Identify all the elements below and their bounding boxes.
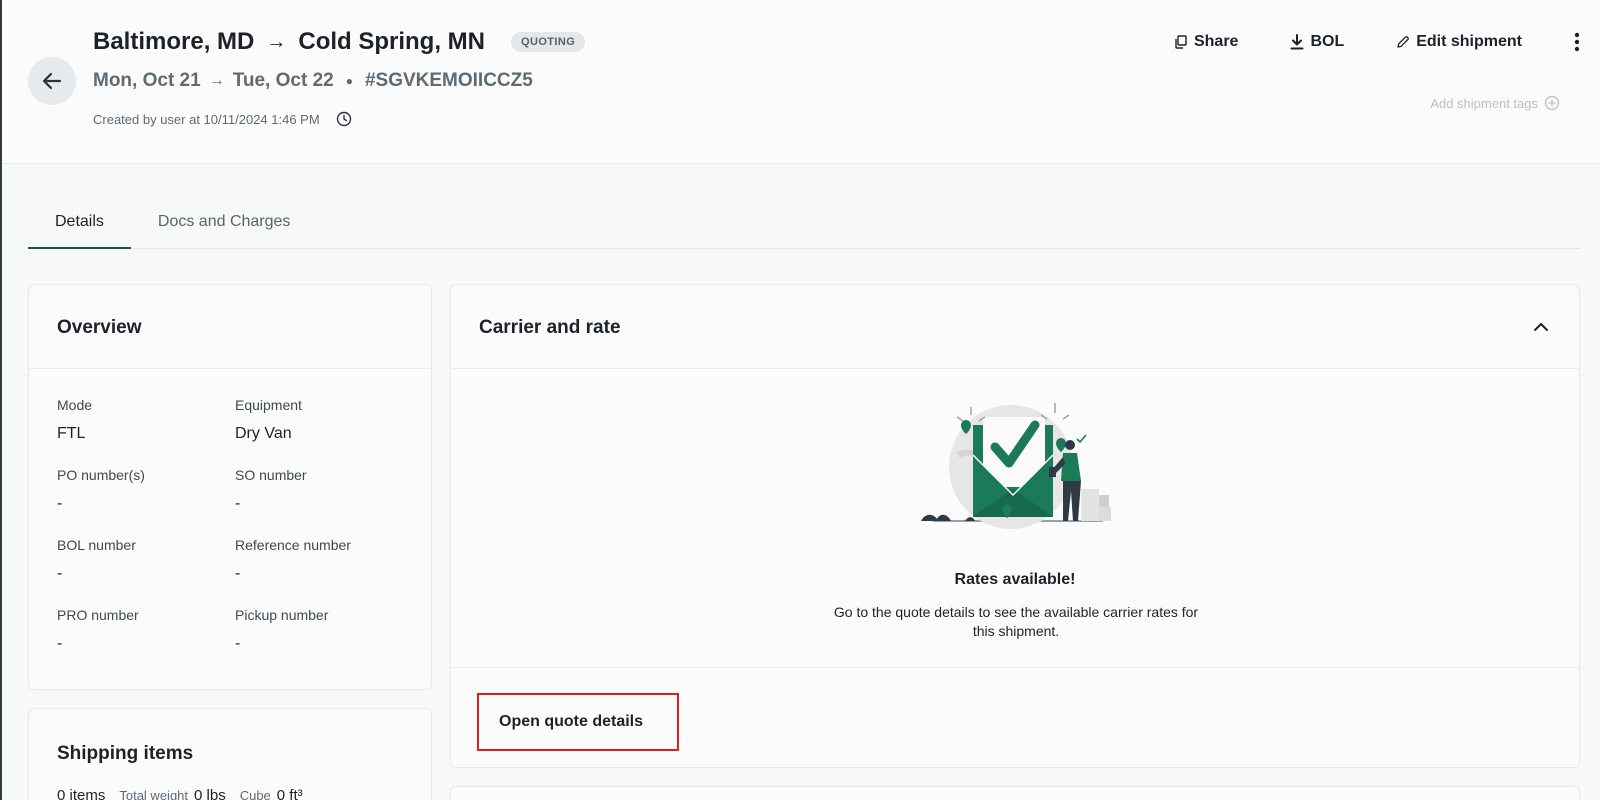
field-so-number: SO number -: [235, 467, 405, 513]
origin-city: Baltimore, MD: [93, 28, 255, 55]
overview-title: Overview: [57, 317, 142, 338]
chevron-up-icon[interactable]: [1533, 319, 1549, 337]
shipment-header: Baltimore, MD → Cold Spring, MN QUOTING …: [2, 0, 1600, 164]
bol-button[interactable]: BOL: [1290, 33, 1344, 51]
carrier-header: Carrier and rate: [451, 285, 1579, 369]
add-shipment-tags[interactable]: Add shipment tags: [1430, 95, 1560, 111]
route-arrow: →: [266, 30, 287, 53]
edit-shipment-label: Edit shipment: [1416, 33, 1522, 50]
edit-shipment-button[interactable]: Edit shipment: [1396, 33, 1522, 51]
detail-tabs: Details Docs and Charges: [28, 195, 1580, 249]
field-value: -: [235, 635, 241, 652]
status-badge: QUOTING: [511, 32, 586, 52]
overview-card: Overview Mode FTL Equipment Dry Van PO n…: [28, 284, 432, 690]
created-info: Created by user at 10/11/2024 1:46 PM: [93, 111, 352, 127]
share-button[interactable]: Share: [1174, 33, 1238, 51]
card-divider: [451, 667, 1579, 668]
more-options-icon[interactable]: [1574, 32, 1580, 52]
copy-icon: [1175, 35, 1187, 49]
add-tags-label: Add shipment tags: [1430, 95, 1538, 111]
field-value: -: [57, 635, 63, 652]
field-label: Equipment: [235, 397, 302, 413]
arrow-left-icon: [42, 72, 62, 90]
next-card: [450, 786, 1580, 800]
rates-envelope-illustration: [921, 403, 1111, 529]
field-reference-number: Reference number -: [235, 537, 405, 583]
date-arrow: →: [208, 72, 225, 89]
field-value: Dry Van: [235, 425, 292, 442]
field-label: Pickup number: [235, 607, 329, 623]
rates-available-title: Rates available!: [954, 571, 1076, 588]
field-pro-number: PRO number -: [57, 607, 227, 653]
field-value: -: [235, 565, 241, 582]
header-actions: Share BOL Edit shipment: [1174, 32, 1580, 52]
field-value: FTL: [57, 425, 86, 442]
download-icon: [1290, 34, 1304, 50]
field-equipment: Equipment Dry Van: [235, 397, 405, 443]
items-count: 0 items: [57, 787, 106, 800]
field-label: PRO number: [57, 607, 139, 623]
destination-city: Cold Spring, MN: [298, 28, 486, 55]
field-label: Mode: [57, 397, 93, 413]
separator-dot: ●: [345, 74, 353, 88]
field-pickup-number: Pickup number -: [235, 607, 405, 653]
cube-label: Cube: [239, 788, 271, 800]
field-value: -: [57, 565, 63, 582]
shipping-stats: 0 items Total weight 0 lbs Cube 0 ft³: [57, 787, 303, 800]
field-value: -: [57, 495, 63, 512]
bol-label: BOL: [1310, 33, 1345, 50]
field-label: SO number: [235, 467, 307, 483]
back-button[interactable]: [28, 57, 76, 105]
field-label: Reference number: [235, 537, 351, 553]
total-weight-value: 0 lbs: [194, 787, 226, 800]
pencil-icon: [1397, 36, 1410, 48]
field-po-number: PO number(s) -: [57, 467, 227, 513]
route-title: Baltimore, MD → Cold Spring, MN QUOTING: [93, 28, 586, 56]
add-circle-icon: [1544, 95, 1560, 111]
field-label: PO number(s): [57, 467, 145, 483]
field-value: -: [235, 495, 241, 512]
created-text: Created by user at 10/11/2024 1:46 PM: [93, 111, 320, 127]
carrier-title: Carrier and rate: [479, 317, 621, 338]
shipping-items-title: Shipping items: [57, 743, 194, 764]
share-label: Share: [1193, 33, 1239, 50]
shipment-dates: Mon, Oct 21 → Tue, Oct 22 ● #SGVKEMOIICC…: [93, 70, 533, 92]
cube-value: 0 ft³: [276, 787, 303, 800]
open-quote-details-button[interactable]: Open quote details: [477, 693, 679, 751]
total-weight-label: Total weight: [119, 788, 189, 800]
field-bol-number: BOL number -: [57, 537, 227, 583]
field-mode: Mode FTL: [57, 397, 227, 443]
pickup-date: Mon, Oct 21: [93, 70, 201, 91]
rates-description: Go to the quote details to see the avail…: [833, 604, 1199, 639]
history-clock-icon[interactable]: [336, 111, 352, 127]
overview-header: Overview: [29, 285, 431, 369]
shipping-items-card: Shipping items 0 items Total weight 0 lb…: [28, 708, 432, 800]
tab-docs-and-charges[interactable]: Docs and Charges: [131, 195, 318, 248]
carrier-rate-card: Carrier and rate Rates available! Go to …: [450, 284, 1580, 768]
tab-details[interactable]: Details: [28, 195, 131, 249]
shipment-id: #SGVKEMOIICCZ5: [364, 70, 533, 91]
field-label: BOL number: [57, 537, 136, 553]
delivery-date: Tue, Oct 22: [232, 70, 334, 91]
